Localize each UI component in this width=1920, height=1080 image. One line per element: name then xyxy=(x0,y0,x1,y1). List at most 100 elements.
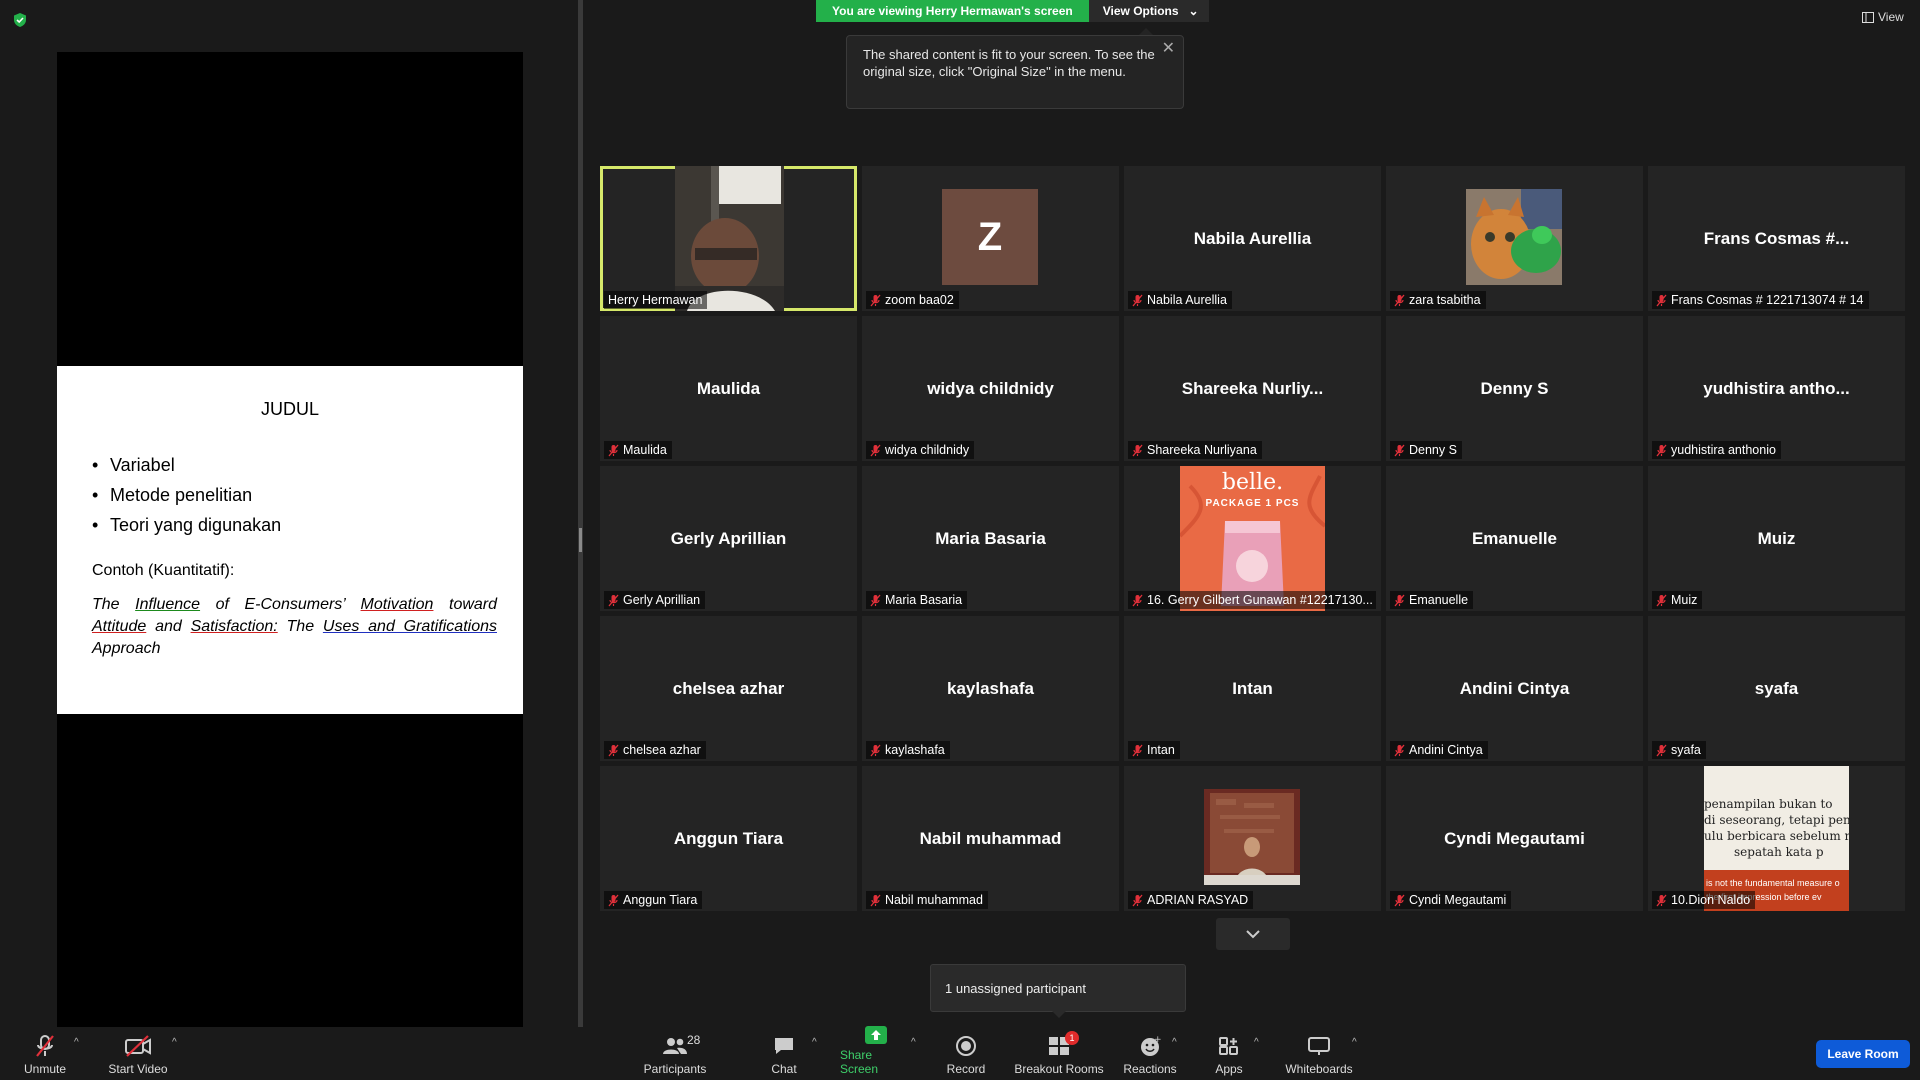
chat-button[interactable]: Chat xyxy=(762,1027,806,1080)
mic-muted-icon xyxy=(608,444,619,456)
mic-muted-icon xyxy=(1132,444,1143,456)
participant-tile[interactable]: chelsea azhar chelsea azhar xyxy=(600,616,857,761)
participant-name-label: Maria Basaria xyxy=(866,591,968,609)
unassigned-participant-notice[interactable]: 1 unassigned participant xyxy=(930,964,1186,1012)
leave-room-button[interactable]: Leave Room xyxy=(1816,1040,1910,1068)
participant-display-name: Maulida xyxy=(696,378,761,398)
participant-tile[interactable]: Nabil muhammad Nabil muhammad xyxy=(862,766,1119,911)
participant-display-name: Cyndi Megautami xyxy=(1444,828,1585,848)
mic-muted-icon xyxy=(1656,444,1667,456)
participant-name: Nabila Aurellia xyxy=(1147,293,1227,307)
participant-tile[interactable]: zara tsabitha xyxy=(1386,166,1643,311)
participant-display-name: Intan xyxy=(1232,678,1273,698)
participant-profile-photo xyxy=(1204,789,1300,885)
participant-name: Maria Basaria xyxy=(885,593,963,607)
participant-name-label: chelsea azhar xyxy=(604,741,706,759)
participant-tile[interactable]: yudhistira antho... yudhistira anthonio xyxy=(1648,316,1905,461)
viewing-screen-label: You are viewing Herry Hermawan's screen xyxy=(816,0,1089,22)
participant-tile[interactable]: Zzoom baa02 xyxy=(862,166,1119,311)
video-options-caret-icon[interactable]: ^ xyxy=(172,1037,177,1048)
unmute-button[interactable]: Unmute xyxy=(20,1027,70,1080)
view-options-button[interactable]: View Options ⌄ xyxy=(1088,0,1209,22)
participant-name-label: Cyndi Megautami xyxy=(1390,891,1512,909)
participant-tile[interactable]: Denny S Denny S xyxy=(1386,316,1643,461)
mic-muted-icon xyxy=(1394,594,1405,606)
apps-label: Apps xyxy=(1215,1062,1243,1076)
participant-name: widya childnidy xyxy=(885,443,970,457)
mic-muted-icon xyxy=(870,444,881,456)
participants-button[interactable]: 28 Participants xyxy=(640,1027,710,1080)
participant-tile[interactable]: Emanuelle Emanuelle xyxy=(1386,466,1643,611)
participant-tile[interactable]: syafa syafa xyxy=(1648,616,1905,761)
participant-tile[interactable]: ADRIAN RASYAD xyxy=(1124,766,1381,911)
breakout-rooms-button[interactable]: 1 Breakout Rooms xyxy=(1012,1027,1106,1080)
participant-tile[interactable]: Gerly Aprillian Gerly Aprillian xyxy=(600,466,857,611)
quote-variable: Satisfaction: xyxy=(190,618,278,635)
shared-screen-pane: JUDUL Variabel Metode penelitian Teori y… xyxy=(0,0,578,1027)
close-icon[interactable]: ✕ xyxy=(1162,40,1175,57)
view-button[interactable]: View xyxy=(1862,10,1904,24)
participant-tile[interactable]: Herry Hermawan xyxy=(600,166,857,311)
participant-tile[interactable]: penampilan bukan to di seseorang, tetapi … xyxy=(1648,766,1905,911)
participant-display-name: Gerly Aprillian xyxy=(670,528,787,548)
reactions-button[interactable]: + Reactions xyxy=(1123,1027,1176,1080)
participant-tile[interactable]: Shareeka Nurliy... Shareeka Nurliyana xyxy=(1124,316,1381,461)
participant-display-name: Shareeka Nurliy... xyxy=(1181,378,1324,398)
participant-tile[interactable]: Anggun Tiara Anggun Tiara xyxy=(600,766,857,911)
participant-name-label: kaylashafa xyxy=(866,741,950,759)
product-package-image xyxy=(1180,475,1325,606)
gallery-next-page-button[interactable] xyxy=(1216,918,1290,950)
participant-tile[interactable]: Maria Basaria Maria Basaria xyxy=(862,466,1119,611)
participant-avatar: Z xyxy=(942,189,1038,285)
apps-options-caret-icon[interactable]: ^ xyxy=(1254,1037,1259,1048)
participant-name-label: Nabil muhammad xyxy=(866,891,988,909)
participant-name-label: Denny S xyxy=(1390,441,1462,459)
participant-name-label: Gerly Aprillian xyxy=(604,591,706,609)
quote-text: of E-Consumers’ xyxy=(200,596,361,613)
participant-tile[interactable]: Frans Cosmas #... Frans Cosmas # 12217130… xyxy=(1648,166,1905,311)
encryption-shield-icon[interactable] xyxy=(12,12,28,28)
share-options-caret-icon[interactable]: ^ xyxy=(911,1037,916,1048)
start-video-button[interactable]: Start Video xyxy=(106,1027,170,1080)
chat-options-caret-icon[interactable]: ^ xyxy=(812,1037,817,1048)
breakout-rooms-label: Breakout Rooms xyxy=(1014,1062,1104,1076)
participant-tile[interactable]: Nabila Aurellia Nabila Aurellia xyxy=(1124,166,1381,311)
slide-bullet: Metode penelitian xyxy=(92,480,281,510)
slide-title: JUDUL xyxy=(260,399,319,419)
participant-name-label: widya childnidy xyxy=(866,441,975,459)
share-screen-button[interactable]: Share Screen xyxy=(840,1026,912,1080)
participant-name: Frans Cosmas # 1221713074 # 14 xyxy=(1671,293,1864,307)
participant-display-name: Denny S xyxy=(1480,378,1549,398)
mic-muted-icon xyxy=(1132,294,1143,306)
participant-tile[interactable]: widya childnidy widya childnidy xyxy=(862,316,1119,461)
reactions-options-caret-icon[interactable]: ^ xyxy=(1172,1037,1177,1048)
participant-tile[interactable]: Andini Cintya Andini Cintya xyxy=(1386,616,1643,761)
view-options-label: View Options xyxy=(1102,4,1179,18)
whiteboards-button[interactable]: Whiteboards xyxy=(1282,1027,1356,1080)
meeting-toolbar: Unmute ^ Start Video ^ 28 Participants C… xyxy=(0,1026,1920,1080)
pane-splitter[interactable] xyxy=(578,0,583,1027)
participant-tile[interactable]: Muiz Muiz xyxy=(1648,466,1905,611)
record-button[interactable]: Record xyxy=(942,1027,990,1080)
participant-name: Anggun Tiara xyxy=(623,893,698,907)
participant-display-name: kaylashafa xyxy=(947,678,1034,698)
quote-line: is not the fundamental measure o xyxy=(1706,878,1840,888)
participant-name-label: yudhistira anthonio xyxy=(1652,441,1781,459)
participant-name: Herry Hermawan xyxy=(608,293,703,307)
mic-muted-icon xyxy=(1394,294,1405,306)
participant-tile[interactable]: kaylashafa kaylashafa xyxy=(862,616,1119,761)
participant-tile[interactable]: Intan Intan xyxy=(1124,616,1381,761)
breakout-rooms-icon: 1 xyxy=(1045,1031,1079,1059)
participant-display-name: Anggun Tiara xyxy=(673,828,784,848)
participant-display-name: syafa xyxy=(1754,678,1799,698)
participant-name: Andini Cintya xyxy=(1409,743,1483,757)
audio-options-caret-icon[interactable]: ^ xyxy=(74,1037,79,1048)
participant-tile[interactable]: belle. PACKAGE 1 PCS 16. Gerry Gilbert Gun… xyxy=(1124,466,1381,611)
chat-label: Chat xyxy=(771,1062,797,1076)
splitter-grip[interactable] xyxy=(579,528,582,552)
participant-tile[interactable]: Maulida Maulida xyxy=(600,316,857,461)
participant-tile[interactable]: Cyndi Megautami Cyndi Megautami xyxy=(1386,766,1643,911)
whiteboards-options-caret-icon[interactable]: ^ xyxy=(1352,1037,1357,1048)
slide-example-label: Contoh (Kuantitatif): xyxy=(92,562,235,579)
apps-button[interactable]: Apps xyxy=(1211,1027,1247,1080)
